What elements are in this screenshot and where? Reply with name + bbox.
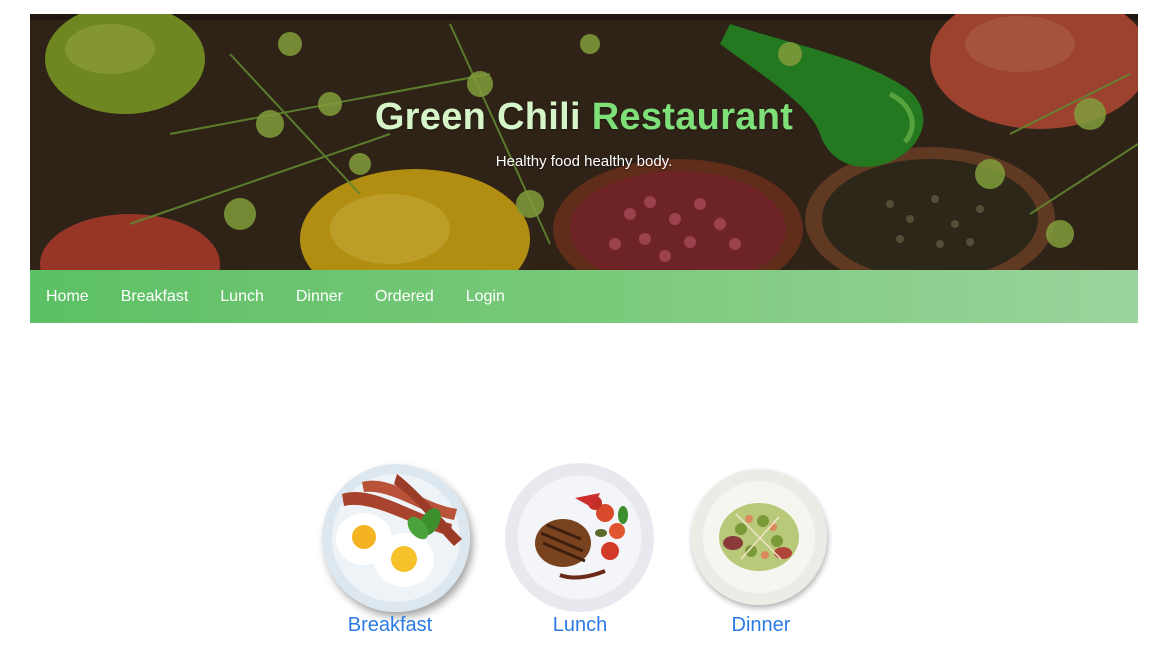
dinner-food-icon [691, 469, 827, 605]
meal-link-lunch[interactable]: Lunch [500, 614, 660, 637]
meal-link-dinner[interactable]: Dinner [681, 614, 841, 637]
site-title-part2: Restaurant [591, 96, 794, 138]
main-nav: Home Breakfast Lunch Dinner Ordered Logi… [30, 270, 1138, 323]
nav-dinner[interactable]: Dinner [280, 270, 359, 323]
nav-lunch[interactable]: Lunch [204, 270, 280, 323]
meal-link-breakfast[interactable]: Breakfast [310, 614, 470, 637]
site-title-part1: Green Chili [374, 96, 581, 138]
nav-login[interactable]: Login [450, 270, 521, 323]
dinner-plate-image[interactable] [691, 469, 827, 605]
lunch-plate-image[interactable] [505, 463, 654, 612]
nav-breakfast[interactable]: Breakfast [105, 270, 205, 323]
nav-ordered[interactable]: Ordered [359, 270, 450, 323]
hero-overlay [30, 14, 1138, 270]
breakfast-food-icon [322, 464, 470, 612]
site-title: Green Chili Restaurant [30, 96, 1138, 139]
hero-banner: Green Chili Restaurant Healthy food heal… [30, 14, 1138, 270]
site-tagline: Healthy food healthy body. [495, 153, 673, 170]
lunch-food-icon [505, 463, 654, 612]
page: Green Chili Restaurant Healthy food heal… [0, 0, 1158, 651]
nav-home[interactable]: Home [30, 270, 105, 323]
breakfast-plate-image[interactable] [322, 464, 470, 612]
